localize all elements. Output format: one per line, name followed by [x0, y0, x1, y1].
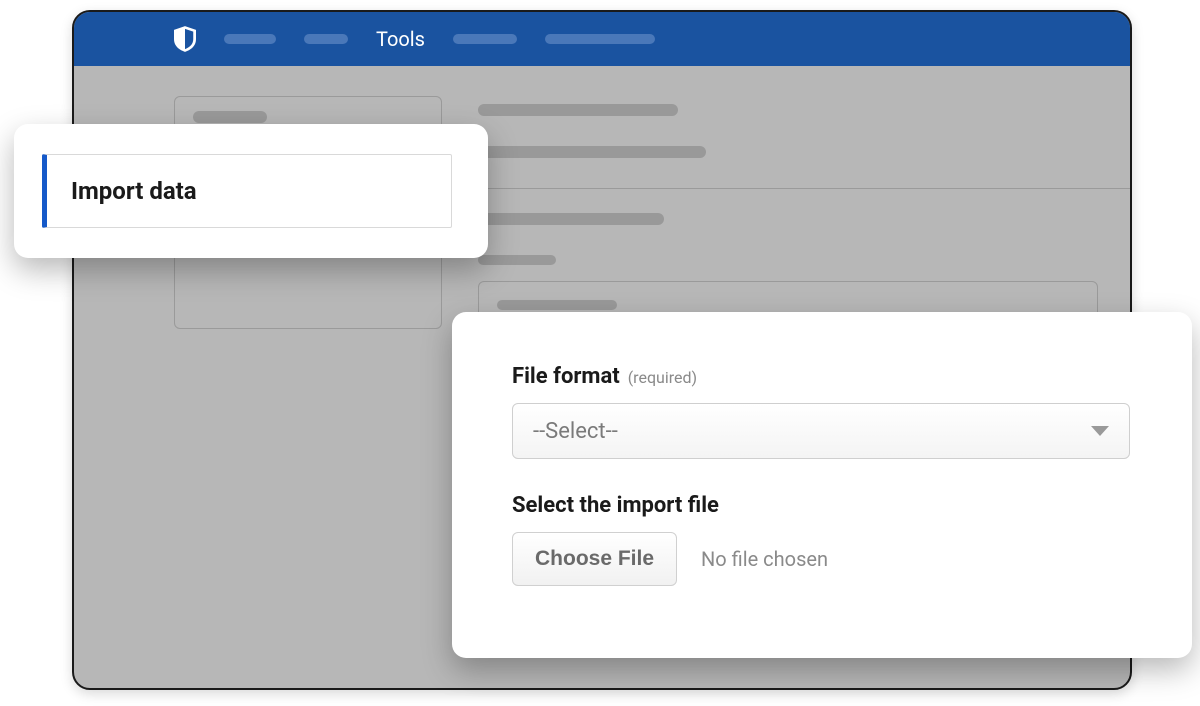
nav-item-placeholder[interactable]: [453, 34, 517, 44]
nav-item-placeholder[interactable]: [304, 34, 348, 44]
import-form-callout: File format (required) --Select-- Select…: [452, 312, 1192, 658]
shield-icon: [174, 26, 196, 52]
sidebar-item-label: Import data: [71, 177, 427, 205]
file-input-row: Choose File No file chosen: [512, 532, 1132, 586]
nav-item-placeholder[interactable]: [545, 34, 655, 44]
sidebar-item[interactable]: [193, 111, 267, 123]
sidebar-callout: Import data: [14, 124, 488, 258]
content-placeholder: [478, 255, 556, 265]
header-bar: Tools: [74, 12, 1130, 66]
nav-item-placeholder[interactable]: [224, 34, 276, 44]
content-placeholder: [478, 146, 706, 158]
select-file-label: Select the import file: [512, 493, 1132, 518]
nav-item-tools[interactable]: Tools: [376, 27, 425, 51]
content-placeholder: [478, 104, 678, 116]
content-placeholder: [497, 300, 617, 310]
file-format-label: File format: [512, 364, 620, 389]
required-hint: (required): [628, 368, 697, 387]
file-format-label-row: File format (required): [512, 364, 1132, 389]
choose-file-button[interactable]: Choose File: [512, 532, 677, 586]
section-divider: [478, 188, 1130, 189]
file-format-select[interactable]: --Select--: [512, 403, 1130, 459]
file-status: No file chosen: [701, 547, 828, 571]
chevron-down-icon: [1091, 426, 1109, 436]
main-column: [478, 96, 1130, 329]
content-placeholder: [478, 213, 664, 225]
select-placeholder: --Select--: [533, 419, 618, 444]
sidebar-item-import-data[interactable]: Import data: [42, 154, 452, 228]
